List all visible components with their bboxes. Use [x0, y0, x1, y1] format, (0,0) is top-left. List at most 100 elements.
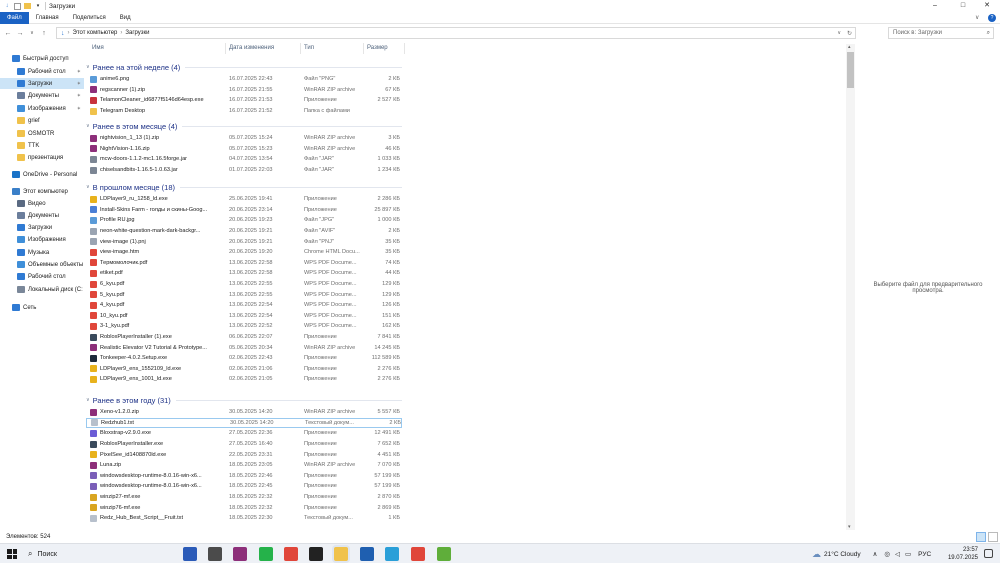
word-icon[interactable]	[183, 547, 197, 561]
nav-item[interactable]: Сеть	[0, 302, 84, 313]
tab-home[interactable]: Главная	[29, 12, 66, 24]
input-language[interactable]: РУС	[918, 551, 931, 558]
breadcrumb-downloads[interactable]: Загрузки	[125, 30, 149, 36]
tray-overflow-icon[interactable]: ∧	[873, 550, 878, 558]
file-row[interactable]: RobloxPlayerInstaller.exe 27.05.2025 16:4…	[86, 439, 402, 450]
nav-item[interactable]: презентация	[0, 152, 84, 163]
nav-item[interactable]: grief	[0, 115, 84, 126]
nav-item[interactable]: Загрузки	[0, 222, 84, 233]
nav-item[interactable]: OneDrive - Personal	[0, 169, 84, 180]
file-row[interactable]: RobloxPlayerInstaller (1).exe 06.06.2025 …	[86, 332, 402, 343]
column-header-type[interactable]: Тип	[304, 45, 314, 51]
properties-icon[interactable]	[14, 2, 21, 10]
file-row[interactable]: anime6.png 16.07.2025 22:43 Файл "PNG" 2 КБ	[86, 74, 402, 85]
file-row[interactable]: Tonkeeper-4.0.2.Setup.exe 02.06.2025 22:4…	[86, 353, 402, 364]
scrollbar-thumb[interactable]	[847, 52, 854, 88]
whatsapp-icon[interactable]	[259, 547, 273, 561]
help-icon[interactable]: ?	[988, 13, 996, 22]
file-row[interactable]: 6_kyu.pdf 13.06.2025 22:55 WPS PDF Docume.…	[86, 279, 402, 290]
group-header[interactable]: ∨ В прошлом месяце (18)	[86, 181, 402, 193]
nav-item[interactable]: Быстрый доступ	[0, 53, 84, 64]
file-row[interactable]: etiket.pdf 13.06.2025 22:58 WPS PDF Docume…	[86, 268, 402, 279]
file-row[interactable]: 5_kyu.pdf 13.06.2025 22:55 WPS PDF Docume.…	[86, 289, 402, 300]
telegram-icon[interactable]	[385, 547, 399, 561]
file-row[interactable]: winzip27-mf.exe 18.05.2025 22:32 Приложени…	[86, 492, 402, 503]
back-button[interactable]: ←	[2, 30, 14, 37]
breadcrumb-this-pc[interactable]: Этот компьютер	[73, 30, 118, 36]
nav-item[interactable]: Изображения	[0, 234, 84, 245]
nav-item[interactable]: Документы ✶	[0, 90, 84, 101]
scroll-down-icon[interactable]: ▾	[848, 524, 851, 530]
file-row[interactable]: 4_kyu.pdf 13.06.2025 22:54 WPS PDF Docume.…	[86, 300, 402, 311]
clock[interactable]: 23:57 19.07.2025	[938, 546, 978, 562]
file-row[interactable]: windowsdesktop-runtime-8.0.16-win-x6... 1…	[86, 471, 402, 482]
minecraft-icon[interactable]	[208, 547, 222, 561]
file-row[interactable]: view-image (1).pnj 20.06.2025 19:21 Файл "…	[86, 236, 402, 247]
file-row[interactable]: view-image.htm 20.06.2025 19:20 Chrome HTM…	[86, 247, 402, 258]
chevron-down-icon[interactable]: ∨	[86, 123, 90, 129]
file-row[interactable]: Redzhub1.txt 30.05.2025 14:20 Текстовый до…	[86, 417, 402, 429]
file-row[interactable]: LDPlayer9_ens_1552109_ld.exe 02.06.2025 2…	[86, 364, 402, 375]
nav-item[interactable]: Документы	[0, 210, 84, 221]
file-row[interactable]: Redz_Hub_Best_Script__Fruit.txt 18.05.202…	[86, 513, 402, 524]
volume-icon[interactable]: ◁	[895, 550, 900, 558]
start-button[interactable]	[7, 549, 17, 559]
file-row[interactable]: Profile RU.jpg 20.06.2025 19:23 Файл "JPG"…	[86, 215, 402, 226]
nav-item[interactable]: Музыка	[0, 247, 84, 258]
minimize-button[interactable]: –	[922, 0, 948, 12]
file-row[interactable]: 10_kyu.pdf 13.06.2025 22:54 WPS PDF Docume…	[86, 311, 402, 322]
file-row[interactable]: neon-white-question-mark-dark-backgr... 2…	[86, 226, 402, 237]
ribbon-expand-icon[interactable]: ∨	[975, 14, 979, 21]
file-row[interactable]: winzip76-mf.exe 18.05.2025 22:32 Приложени…	[86, 502, 402, 513]
file-row[interactable]: LDPlayer9_ens_1001_ld.exe 02.06.2025 21:0…	[86, 374, 402, 385]
winrar-icon[interactable]	[233, 547, 247, 561]
network-tray-icon[interactable]: ◎	[884, 550, 890, 558]
new-folder-icon[interactable]	[24, 3, 31, 9]
column-header-size[interactable]: Размер	[367, 45, 388, 51]
file-row[interactable]: Термомолочик.pdf 13.06.2025 22:58 WPS PDF …	[86, 258, 402, 269]
tab-share[interactable]: Поделиться	[66, 12, 113, 24]
file-row[interactable]: Bloxstrap-v2.9.0.exe 27.05.2025 22:36 Прил…	[86, 428, 402, 439]
address-dropdown-icon[interactable]: ∨	[837, 30, 841, 36]
defender-icon[interactable]	[360, 547, 374, 561]
cube-app-icon[interactable]	[437, 547, 451, 561]
notifications-icon[interactable]	[984, 549, 993, 558]
battery-icon[interactable]: ▭	[905, 550, 911, 558]
nav-item[interactable]: Этот компьютер	[0, 186, 84, 197]
quick-access-dropdown-icon[interactable]: ▾	[34, 2, 42, 10]
file-row[interactable]: regscanner (1).zip 16.07.2025 21:55 WinRAR…	[86, 85, 402, 96]
file-row[interactable]: mcw-doors-1.1.2-mc1.16.5forge.jar 04.07.2…	[86, 154, 402, 165]
file-row[interactable]: nightvision_1_13 (1).zip 05.07.2025 15:24…	[86, 133, 402, 144]
file-row[interactable]: LDPlayer9_ru_1258_ld.exe 25.06.2025 19:41…	[86, 194, 402, 205]
group-header[interactable]: ∨ Ранее в этом месяце (4)	[86, 120, 402, 132]
group-header[interactable]: ∨ Ранее в этом году (31)	[86, 394, 402, 406]
details-view-button[interactable]	[976, 532, 986, 542]
nav-item[interactable]: Загрузки ✶	[0, 78, 84, 89]
file-row[interactable]: PixelSee_id1408870ld.exe 22.05.2025 23:31…	[86, 449, 402, 460]
chrome-icon[interactable]	[284, 547, 298, 561]
nav-item[interactable]: OSMOTR	[0, 128, 84, 139]
chevron-down-icon[interactable]: ∨	[86, 397, 90, 403]
tab-file[interactable]: Файл	[0, 11, 29, 24]
chrome-icon[interactable]	[411, 547, 425, 561]
nav-item[interactable]: Рабочий стол	[0, 271, 84, 282]
forward-button[interactable]: →	[14, 30, 26, 37]
file-row[interactable]: Luna.zip 18.05.2025 23:05 WinRAR ZIP archi…	[86, 460, 402, 471]
up-button[interactable]: ↑	[38, 30, 50, 37]
file-row[interactable]: TelamonCleaner_id6877f5146d64esp.exe 16.0…	[86, 95, 402, 106]
group-header[interactable]: ∨ Ранее на этой неделе (4)	[86, 61, 402, 73]
weather-icon[interactable]: ☁	[812, 549, 821, 560]
recent-locations-icon[interactable]: ∨	[26, 30, 38, 36]
file-row[interactable]: Install-Skins Farm - голды и скины-Goog.…	[86, 205, 402, 216]
file-row[interactable]: Telegram Desktop 16.07.2025 21:52 Папка с …	[86, 106, 402, 117]
nav-item[interactable]: Объемные объекты	[0, 259, 84, 270]
file-row[interactable]: NightVision-1.16.zip 05.07.2025 15:23 WinR…	[86, 144, 402, 155]
address-bar[interactable]: ↓ › Этот компьютер › Загрузки ∨ ↻	[56, 27, 856, 39]
file-row[interactable]: Xeno-v1.2.0.zip 30.05.2025 14:20 WinRAR ZI…	[86, 407, 402, 418]
search-input[interactable]: Поиск в: Загрузки ⌕	[888, 27, 994, 39]
large-icons-view-button[interactable]	[988, 532, 998, 542]
nav-item[interactable]: Изображения ✶	[0, 103, 84, 114]
nav-item[interactable]: TTK	[0, 140, 84, 151]
column-header-name[interactable]: Имя	[92, 45, 104, 51]
file-row[interactable]: chiselsandbits-1.16.5-1.0.63.jar 01.07.20…	[86, 165, 402, 176]
